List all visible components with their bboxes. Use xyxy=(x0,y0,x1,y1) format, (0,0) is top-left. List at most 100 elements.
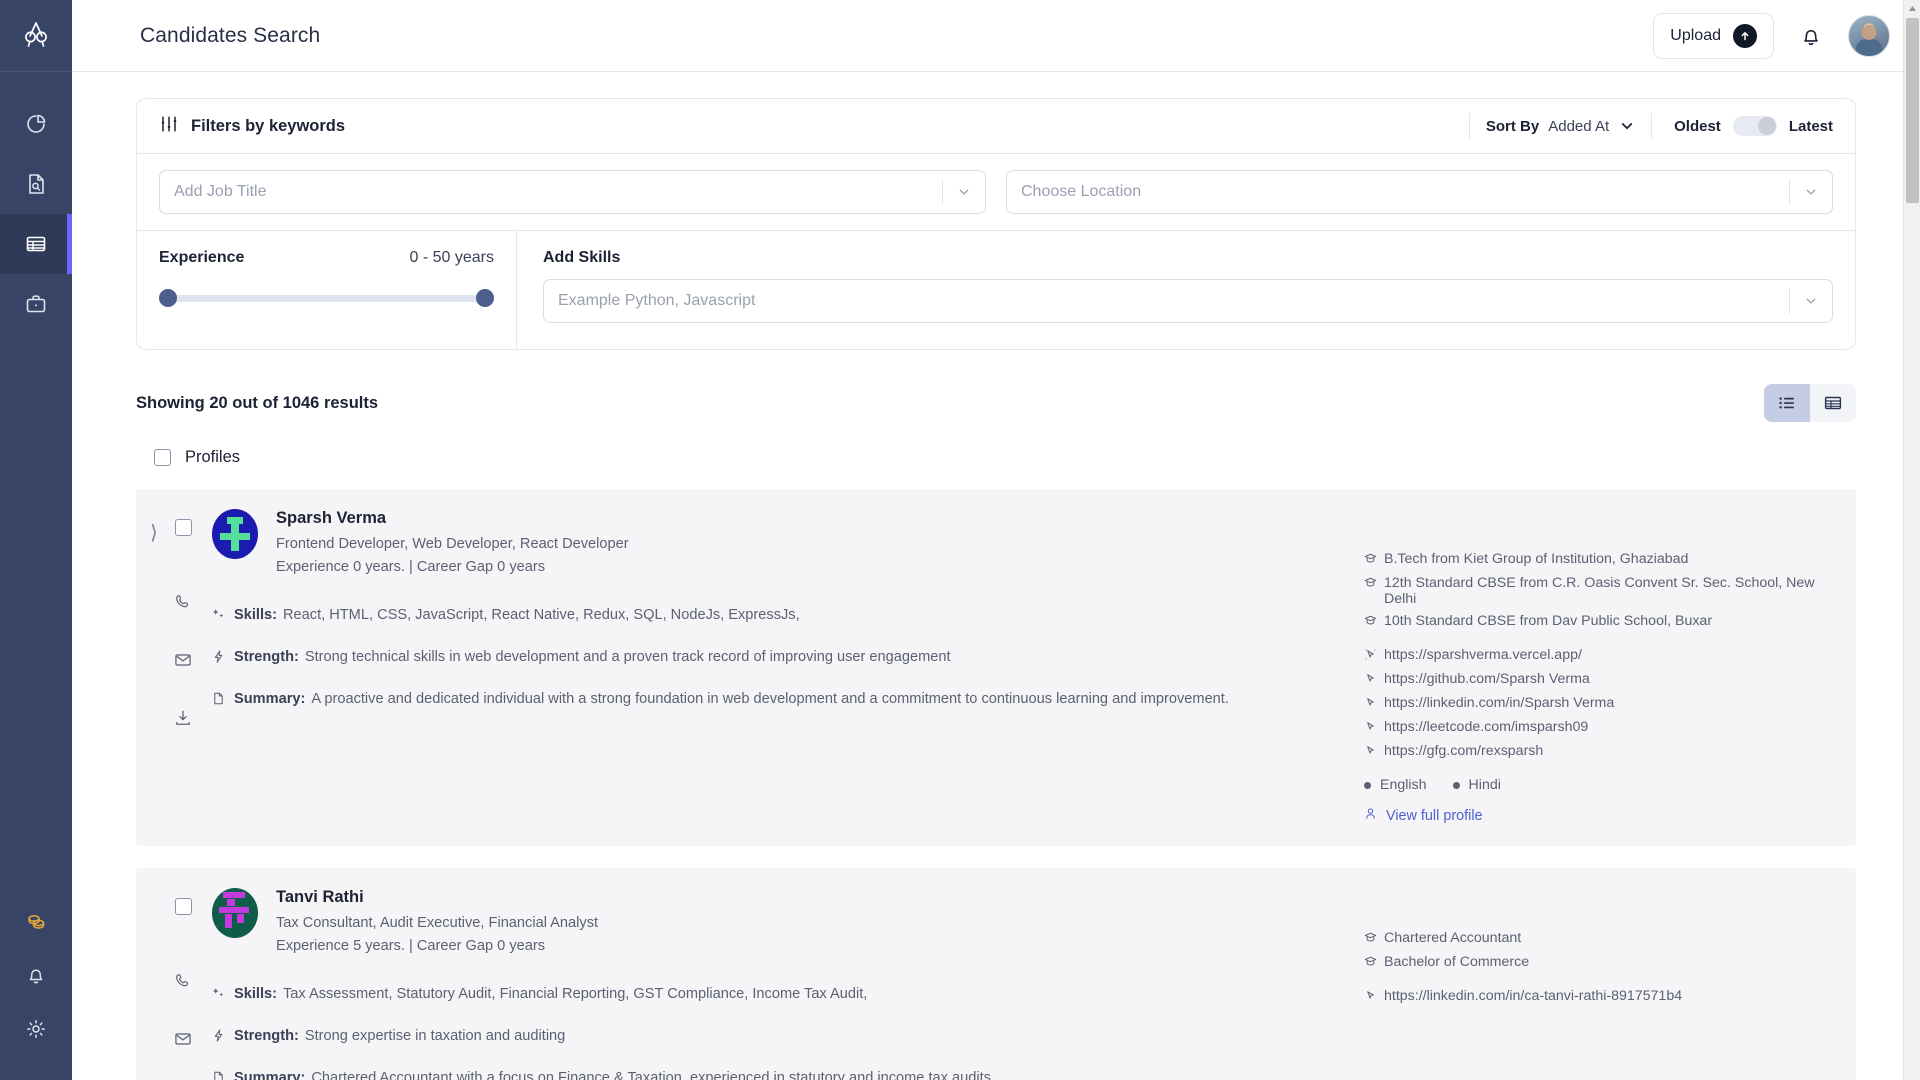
candidate-identity: Sparsh Verma Frontend Developer, Web Dev… xyxy=(212,509,1340,575)
scroll-up-arrow-icon[interactable] xyxy=(1904,0,1920,17)
candidate-summary-line: Summary: A proactive and dedicated indiv… xyxy=(212,689,1340,713)
card-side-column: Chartered Accountant Bachelor of Commerc… xyxy=(1364,888,1834,1080)
card-main-column: Sparsh Verma Frontend Developer, Web Dev… xyxy=(212,509,1364,824)
filters-second-row: Experience 0 - 50 years Add Skills Examp… xyxy=(137,231,1855,349)
candidate-experience: Experience 0 years. | Career Gap 0 years xyxy=(276,559,629,575)
education-item: B.Tech from Kiet Group of Institution, G… xyxy=(1364,551,1834,569)
candidate-select-checkbox[interactable] xyxy=(175,898,192,915)
language-text: Hindi xyxy=(1469,777,1501,793)
page-title: Candidates Search xyxy=(140,24,320,48)
profile-link[interactable]: https://linkedin.com/in/Sparsh Verma xyxy=(1364,695,1834,713)
candidate-name[interactable]: Tanvi Rathi xyxy=(276,888,598,907)
strength-value: Strong technical skills in web developme… xyxy=(305,647,951,671)
document-search-icon xyxy=(24,172,48,196)
sort-by-value[interactable]: Added At xyxy=(1548,118,1609,135)
experience-slider[interactable] xyxy=(159,289,494,307)
table-view-button[interactable] xyxy=(1810,384,1856,422)
pie-chart-icon xyxy=(24,112,48,136)
scrollbar-thumb[interactable] xyxy=(1906,18,1919,203)
sort-by-label: Sort By xyxy=(1486,118,1539,135)
job-title-select[interactable]: Add Job Title xyxy=(159,170,986,214)
mail-icon[interactable] xyxy=(173,650,193,670)
strength-key: Strength: xyxy=(234,1026,299,1050)
candidate-card[interactable]: Sparsh Verma Frontend Developer, Web Dev… xyxy=(136,489,1856,846)
sparkle-icon xyxy=(212,984,234,1008)
skills-placeholder: Example Python, Javascript xyxy=(558,292,755,310)
education-item: 10th Standard CBSE from Dav Public Schoo… xyxy=(1364,613,1834,631)
app-logo[interactable] xyxy=(0,0,72,72)
mail-icon[interactable] xyxy=(173,1029,193,1049)
skills-input[interactable]: Example Python, Javascript xyxy=(543,279,1833,323)
sidebar-item-resume-search[interactable] xyxy=(0,154,72,214)
filters-header: Filters by keywords Sort By Added At O xyxy=(137,99,1855,154)
filters-title: Filters by keywords xyxy=(191,117,345,136)
chevron-down-icon[interactable] xyxy=(1619,118,1635,134)
skills-filter: Add Skills Example Python, Javascript xyxy=(517,231,1855,349)
sidebar-item-settings[interactable] xyxy=(0,1002,72,1056)
person-icon xyxy=(1364,807,1377,824)
sidebar-item-jobs[interactable] xyxy=(0,274,72,334)
sidebar-item-candidates[interactable] xyxy=(0,214,72,274)
card-main-column: Tanvi Rathi Tax Consultant, Audit Execut… xyxy=(212,888,1364,1080)
phone-icon[interactable] xyxy=(173,971,193,991)
candidate-strength-line: Strength: Strong expertise in taxation a… xyxy=(212,1026,1340,1050)
view-mode-toggle xyxy=(1764,384,1856,422)
sparkle-icon xyxy=(212,605,234,629)
skills-key: Skills: xyxy=(234,984,277,1008)
download-icon[interactable] xyxy=(173,708,193,728)
cursor-link-icon xyxy=(1364,647,1384,665)
card-left-column xyxy=(154,509,212,824)
sidebar-collapse-handle[interactable]: ⟩ xyxy=(150,520,158,545)
top-bar-actions: Upload xyxy=(1653,13,1890,59)
filters-panel: Filters by keywords Sort By Added At O xyxy=(136,98,1856,350)
slider-knob-min[interactable] xyxy=(159,289,177,307)
results-bar: Showing 20 out of 1046 results xyxy=(136,384,1856,422)
education-item: Bachelor of Commerce xyxy=(1364,954,1834,972)
education-group: B.Tech from Kiet Group of Institution, G… xyxy=(1364,551,1834,631)
bell-icon xyxy=(24,963,48,987)
app-root: Candidates Search Upload xyxy=(0,0,1920,1080)
sidebar-item-credits[interactable] xyxy=(0,894,72,948)
sort-order-toggle: Oldest Latest xyxy=(1674,116,1833,136)
language-text: English xyxy=(1380,777,1427,793)
list-view-button[interactable] xyxy=(1764,384,1810,422)
order-switch[interactable] xyxy=(1733,116,1777,136)
chevron-down-icon[interactable] xyxy=(1790,294,1832,308)
candidate-name[interactable]: Sparsh Verma xyxy=(276,509,629,528)
avatar[interactable] xyxy=(1848,15,1890,57)
graduation-cap-icon xyxy=(1364,613,1384,631)
bullet-icon xyxy=(1453,782,1460,789)
graduation-cap-icon xyxy=(1364,930,1384,948)
skills-value: Tax Assessment, Statutory Audit, Financi… xyxy=(283,984,867,1008)
graduation-cap-icon xyxy=(1364,954,1384,972)
location-select[interactable]: Choose Location xyxy=(1006,170,1833,214)
page-scrollbar[interactable] xyxy=(1903,0,1920,1080)
profile-link[interactable]: https://gfg.com/rexsparsh xyxy=(1364,743,1834,761)
profile-link[interactable]: https://sparshverma.vercel.app/ xyxy=(1364,647,1834,665)
sidebar-item-notifications[interactable] xyxy=(0,948,72,1002)
education-text: Chartered Accountant xyxy=(1384,930,1521,946)
languages-row: English Hindi xyxy=(1364,777,1834,793)
slider-knob-max[interactable] xyxy=(476,289,494,307)
coins-icon xyxy=(24,909,48,933)
phone-icon[interactable] xyxy=(173,592,193,612)
upload-button[interactable]: Upload xyxy=(1653,13,1774,59)
profile-link[interactable]: https://github.com/Sparsh Verma xyxy=(1364,671,1834,689)
sidebar-nav xyxy=(0,94,72,334)
sidebar-item-analytics[interactable] xyxy=(0,94,72,154)
chevron-down-icon[interactable] xyxy=(943,185,985,199)
list-view-icon xyxy=(1777,393,1797,413)
job-title-placeholder: Add Job Title xyxy=(174,183,267,201)
notifications-button[interactable] xyxy=(1794,19,1828,53)
view-full-profile-link[interactable]: View full profile xyxy=(1364,807,1834,824)
candidate-skills-line: Skills: Tax Assessment, Statutory Audit,… xyxy=(212,984,1340,1008)
filters-inputs-row: Add Job Title Choose Location xyxy=(137,154,1855,231)
candidate-card[interactable]: Tanvi Rathi Tax Consultant, Audit Execut… xyxy=(136,868,1856,1080)
education-item: 12th Standard CBSE from C.R. Oasis Conve… xyxy=(1364,575,1834,607)
profile-link[interactable]: https://leetcode.com/imsparsh09 xyxy=(1364,719,1834,737)
chevron-down-icon[interactable] xyxy=(1790,185,1832,199)
infinity-arrow-logo-icon xyxy=(19,19,53,53)
profiles-select-all-checkbox[interactable] xyxy=(154,449,171,466)
candidate-select-checkbox[interactable] xyxy=(175,519,192,536)
profile-link[interactable]: https://linkedin.com/in/ca-tanvi-rathi-8… xyxy=(1364,988,1834,1006)
